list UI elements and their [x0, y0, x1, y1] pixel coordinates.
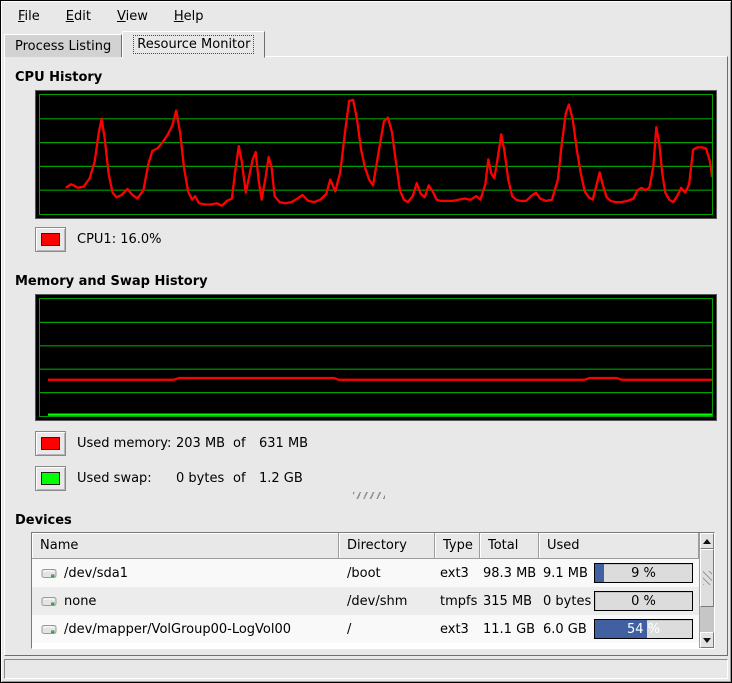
device-directory: /boot [347, 566, 381, 581]
tab-strip: Process Listing Resource Monitor [4, 30, 728, 57]
memory-color-swatch [41, 437, 60, 450]
device-name: none [64, 594, 96, 609]
table-row[interactable]: /dev/sda1 /boot ext3 98.3 MB 9.1 MB 9 % [32, 559, 699, 587]
tab-resource-monitor[interactable]: Resource Monitor [122, 31, 265, 58]
memory-legend-label: Used memory: [77, 436, 176, 451]
devices-table-header: Name Directory Type Total Used [32, 533, 699, 559]
up-arrow-icon [703, 539, 711, 544]
device-used: 6.0 GB [543, 622, 587, 637]
device-type: tmpfs [440, 594, 477, 609]
swap-used-value: 0 bytes [176, 471, 233, 486]
used-progress-label: 9 % [595, 564, 692, 582]
drive-icon [41, 595, 57, 608]
memory-total-value: 631 MB [259, 436, 308, 451]
devices-table: Name Directory Type Total Used /dev/sda1… [31, 532, 715, 649]
tab-label: Process Listing [15, 39, 111, 54]
device-total: 315 MB [483, 594, 532, 609]
device-name: /dev/sda1 [64, 566, 128, 581]
system-monitor-window: File Edit View Help Process Listing Reso… [0, 0, 732, 683]
cpu-history-title: CPU History [15, 70, 102, 85]
memory-swap-plot [39, 298, 713, 417]
status-bar [4, 659, 728, 679]
used-progress-bar: 9 % [594, 563, 693, 583]
devices-table-main: Name Directory Type Total Used /dev/sda1… [32, 533, 699, 648]
scroll-down-button[interactable] [700, 632, 714, 648]
resource-monitor-page: CPU History CPU1: 16.0% Memory and Swap … [4, 56, 728, 656]
cpu1-color-button[interactable] [35, 227, 66, 252]
device-total: 11.1 GB [483, 622, 535, 637]
cpu-legend: CPU1: 16.0% [35, 226, 162, 252]
device-used: 0 bytes [543, 594, 591, 609]
scroll-up-button[interactable] [700, 533, 714, 549]
menu-view[interactable]: View [104, 5, 161, 28]
pane-resize-handle[interactable] [353, 492, 385, 499]
device-type: ext3 [440, 566, 469, 581]
column-header-directory[interactable]: Directory [339, 533, 435, 559]
tab-process-listing[interactable]: Process Listing [4, 34, 122, 57]
down-arrow-icon [703, 638, 711, 643]
tab-label: Resource Monitor [134, 36, 253, 53]
menu-edit[interactable]: Edit [53, 5, 104, 28]
cpu-history-plot [39, 94, 713, 215]
swap-color-swatch [41, 472, 60, 485]
swap-legend-label: Used swap: [77, 471, 176, 486]
used-progress-label: 54 % [595, 620, 692, 638]
memory-swap-title: Memory and Swap History [15, 274, 208, 289]
device-directory: / [347, 622, 351, 637]
memory-swap-chart [35, 294, 717, 421]
swap-total-value: 1.2 GB [259, 471, 303, 486]
table-row[interactable]: none /dev/shm tmpfs 315 MB 0 bytes 0 % [32, 587, 699, 615]
used-progress-bar: 0 % [594, 591, 693, 611]
column-header-total[interactable]: Total [480, 533, 539, 559]
table-row[interactable]: /dev/mapper/VolGroup00-LogVol00 / ext3 1… [32, 615, 699, 643]
device-directory: /dev/shm [347, 594, 407, 609]
device-name: /dev/mapper/VolGroup00-LogVol00 [64, 622, 291, 637]
memory-of-text: of [233, 436, 259, 451]
used-progress-bar: 54 % [594, 619, 693, 639]
used-progress-label: 0 % [595, 592, 692, 610]
cpu1-color-swatch [41, 233, 60, 246]
column-header-used[interactable]: Used [539, 533, 699, 559]
menubar: File Edit View Help [3, 3, 729, 30]
menu-help[interactable]: Help [161, 5, 217, 28]
drive-icon [41, 567, 57, 580]
memory-used-value: 203 MB [176, 436, 233, 451]
device-type: ext3 [440, 622, 469, 637]
menu-file[interactable]: File [5, 5, 53, 28]
devices-title: Devices [15, 513, 72, 528]
vertical-scrollbar [699, 533, 714, 648]
memory-color-button[interactable] [35, 431, 66, 456]
drive-icon [41, 623, 57, 636]
scrollbar-thumb[interactable] [700, 549, 714, 607]
cpu-history-chart [35, 90, 717, 219]
memory-legend: Used memory: 203 MB of 631 MB [35, 430, 308, 456]
scrollbar-track[interactable] [700, 549, 714, 632]
cpu1-legend-label: CPU1: 16.0% [77, 232, 162, 247]
device-total: 98.3 MB [483, 566, 536, 581]
column-header-type[interactable]: Type [435, 533, 480, 559]
column-header-name[interactable]: Name [32, 533, 339, 559]
swap-color-button[interactable] [35, 466, 66, 491]
swap-of-text: of [233, 471, 259, 486]
device-used: 9.1 MB [543, 566, 588, 581]
swap-legend: Used swap: 0 bytes of 1.2 GB [35, 465, 303, 491]
